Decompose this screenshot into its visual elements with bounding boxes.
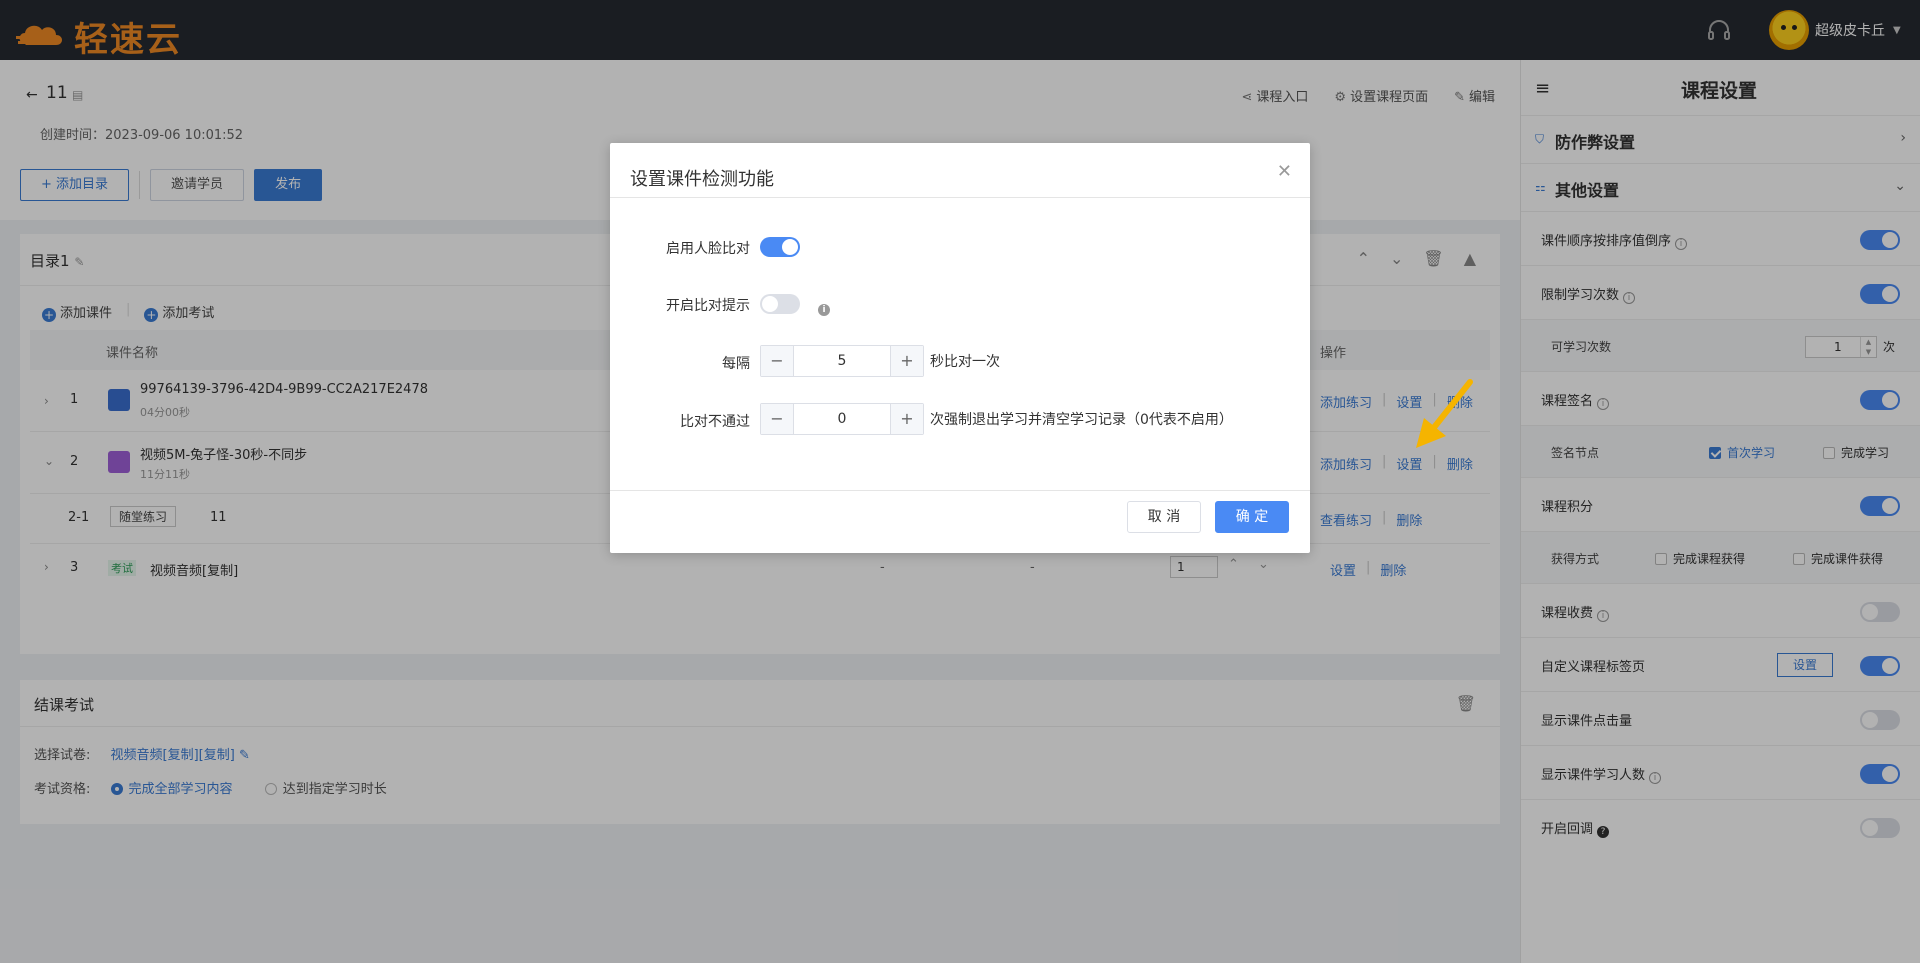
face-compare-toggle[interactable] (760, 237, 800, 257)
interval-hint: 秒比对一次 (930, 354, 1000, 370)
close-icon[interactable]: ✕ (1277, 161, 1292, 182)
plus-icon[interactable]: + (891, 346, 923, 376)
divider (610, 490, 1310, 491)
minus-icon[interactable]: − (761, 346, 793, 376)
compare-tip-toggle[interactable] (760, 294, 800, 314)
fail-limit-input[interactable]: 0 (793, 404, 891, 434)
dialog-title: 设置课件检测功能 (630, 169, 774, 190)
plus-icon[interactable]: + (891, 404, 923, 434)
face-check-dialog: 设置课件检测功能 ✕ 启用人脸比对 开启比对提示 i 每隔 − 5 + 秒比对一… (610, 143, 1310, 553)
confirm-button[interactable]: 确 定 (1215, 501, 1289, 533)
minus-icon[interactable]: − (761, 404, 793, 434)
interval-stepper: − 5 + (760, 345, 924, 377)
info-icon[interactable]: i (818, 304, 830, 316)
compare-tip-label: 开启比对提示 (666, 298, 750, 314)
fail-limit-label: 比对不通过 (680, 414, 750, 430)
face-compare-label: 启用人脸比对 (666, 241, 750, 257)
fail-limit-hint: 次强制退出学习并清空学习记录（0代表不启用） (930, 412, 1233, 428)
divider (610, 197, 1310, 198)
interval-label: 每隔 (722, 356, 750, 372)
arrow-pointer-icon (1416, 379, 1473, 448)
cancel-button[interactable]: 取 消 (1127, 501, 1201, 533)
interval-input[interactable]: 5 (793, 346, 891, 376)
fail-limit-stepper: − 0 + (760, 403, 924, 435)
